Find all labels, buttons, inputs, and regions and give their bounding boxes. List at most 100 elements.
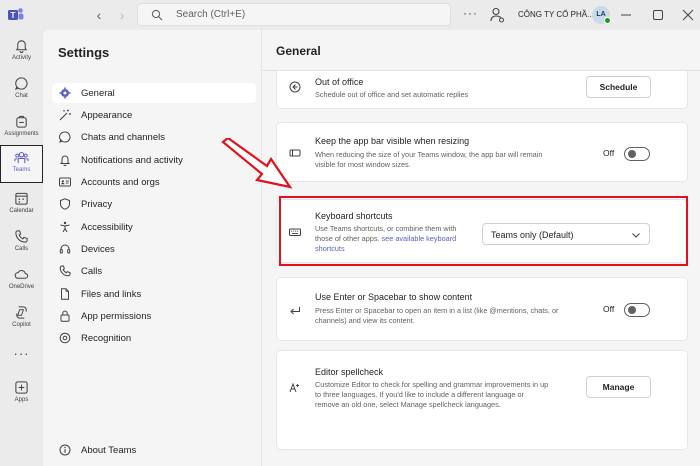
settings-title: Settings (58, 45, 110, 60)
app-bar: Activity Chat Assignments Teams Calendar… (0, 30, 43, 466)
settings-item-files[interactable]: Files and links (52, 284, 256, 304)
settings-item-label: Devices (81, 244, 115, 255)
settings-item-appearance[interactable]: Appearance (52, 105, 256, 125)
cloud-icon (14, 270, 29, 279)
app-bar-copilot[interactable]: Copilot (0, 301, 43, 339)
enter-spacebar-toggle[interactable] (624, 303, 650, 317)
app-bar-label: OneDrive (8, 284, 35, 290)
settings-item-label: General (81, 88, 115, 99)
app-bar-apps[interactable]: Apps (0, 376, 43, 414)
gear-icon (59, 87, 71, 99)
bell-icon (15, 40, 28, 53)
card-description: to three languages. If you'd like to inc… (315, 390, 524, 399)
chat-icon (14, 77, 28, 91)
editor-spellcheck-card: Editor spellcheck Customize Editor to ch… (276, 350, 688, 450)
person-settings-icon[interactable] (490, 7, 504, 23)
id-card-icon (59, 177, 71, 187)
toggle-label: Off (603, 304, 615, 314)
settings-item-label: Notifications and activity (81, 155, 183, 166)
toggle-knob (628, 150, 636, 158)
presence-available-icon (604, 17, 611, 24)
backpack-icon (16, 115, 27, 128)
settings-item-label: App permissions (81, 311, 152, 322)
arrow-back-circle-icon (289, 81, 301, 93)
app-bar-teams[interactable]: Teams (0, 145, 43, 183)
chat-icon (59, 131, 71, 143)
minimize-icon[interactable] (620, 9, 632, 21)
card-description: channels) and view its content. (315, 316, 415, 325)
settings-item-recognition[interactable]: Recognition (52, 328, 256, 348)
toggle-knob (628, 306, 636, 314)
teams-icon (14, 152, 29, 164)
accessibility-icon (60, 221, 70, 233)
enter-spacebar-card: Use Enter or Spacebar to show content Pr… (276, 277, 688, 341)
app-bar-label: Copilot (12, 322, 31, 328)
settings-item-label: Privacy (81, 199, 113, 210)
card-description: visible for most window sizes. (315, 160, 411, 169)
app-bar-label: Calls (14, 246, 29, 252)
app-bar-activity[interactable]: Activity (0, 34, 43, 72)
app-bar-label: Calendar (9, 208, 34, 214)
app-bar-calls[interactable]: Calls (0, 225, 43, 263)
settings-item-label: Recognition (81, 333, 132, 344)
app-bar-chat[interactable]: Chat (0, 72, 43, 110)
settings-item-calls[interactable]: Calls (52, 261, 256, 281)
settings-item-label: Calls (81, 266, 103, 277)
card-title: Keep the app bar visible when resizing (315, 136, 470, 146)
card-title: Out of office (315, 77, 364, 87)
settings-item-general[interactable]: General (52, 83, 256, 103)
recognition-icon (59, 332, 71, 344)
schedule-button[interactable]: Schedule (586, 76, 651, 98)
forward-arrow-icon[interactable]: › (115, 8, 129, 22)
settings-item-label: Files and links (81, 289, 142, 300)
manage-button[interactable]: Manage (586, 376, 651, 398)
settings-item-devices[interactable]: Devices (52, 239, 256, 259)
settings-item-label: Chats and channels (81, 132, 165, 143)
phone-icon (59, 265, 71, 277)
app-bar-visible-toggle[interactable] (624, 147, 650, 161)
settings-item-label: Appearance (81, 110, 133, 121)
settings-item-about[interactable]: About Teams (52, 440, 256, 460)
more-apps-icon[interactable]: ··· (0, 346, 43, 361)
search-icon (151, 9, 163, 21)
card-title: Use Enter or Spacebar to show content (315, 292, 473, 302)
maximize-icon[interactable] (652, 9, 664, 21)
org-name[interactable]: CÔNG TY CỔ PHẦ... (518, 10, 594, 19)
settings-item-label: About Teams (81, 445, 137, 456)
bell-icon (59, 155, 71, 166)
app-bar-onedrive[interactable]: OneDrive (0, 263, 43, 301)
page-title: General (276, 44, 321, 58)
settings-item-app-permissions[interactable]: App permissions (52, 306, 256, 326)
settings-item-accessibility[interactable]: Accessibility (52, 217, 256, 237)
app-bar-visible-card: Keep the app bar visible when resizing W… (276, 122, 688, 182)
shield-icon (60, 198, 70, 210)
settings-item-privacy[interactable]: Privacy (52, 194, 256, 214)
text-spellcheck-icon (289, 382, 299, 393)
highlight-box (279, 196, 688, 266)
settings-item-label: Accessibility (81, 222, 133, 233)
info-icon (59, 444, 71, 456)
card-description: When reducing the size of your Teams win… (315, 150, 543, 159)
teams-logo-icon: T (8, 8, 24, 20)
svg-text:T: T (11, 11, 16, 20)
app-bar-label: Activity (11, 55, 31, 61)
search-placeholder: Search (Ctrl+E) (176, 9, 246, 20)
card-description: remove an old one, select Manage spellch… (315, 400, 501, 409)
lock-icon (60, 310, 70, 322)
search-input[interactable]: Search (Ctrl+E) (137, 3, 451, 26)
close-icon[interactable] (682, 9, 694, 21)
back-arrow-icon[interactable]: ‹ (92, 8, 106, 22)
settings-item-label: Accounts and orgs (81, 177, 160, 188)
more-options-icon[interactable]: ··· (463, 6, 478, 20)
card-description: Schedule out of office and set automatic… (315, 90, 469, 99)
toggle-label: Off (603, 148, 615, 158)
app-bar-assignments[interactable]: Assignments (0, 110, 43, 148)
app-bar-label: Apps (14, 397, 29, 403)
annotation-arrow (221, 138, 293, 189)
app-bar-label: Teams (12, 167, 31, 173)
title-bar: T ‹ › Search (Ctrl+E) ··· CÔNG TY CỔ PHẦ… (0, 0, 700, 30)
app-bar-calendar[interactable]: Calendar (0, 187, 43, 225)
card-description: Customize Editor to check for spelling a… (315, 380, 549, 389)
out-of-office-card: Out of office Schedule out of office and… (276, 71, 688, 109)
settings-nav: Settings General Appearance Chats and ch… (43, 30, 261, 466)
